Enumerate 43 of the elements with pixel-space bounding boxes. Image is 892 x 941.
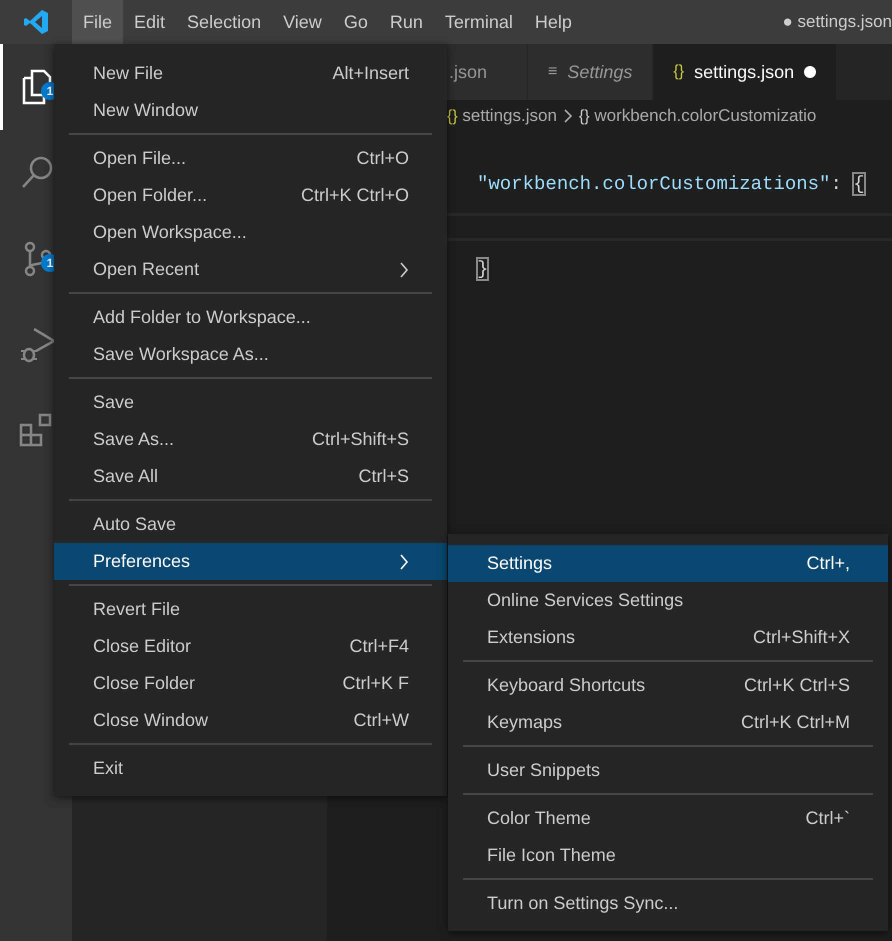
window-title: ● settings.json (782, 11, 892, 33)
menu-bar-item[interactable]: Run (378, 0, 434, 44)
editor-tab[interactable]: ≡ Settings (528, 44, 654, 100)
menu-item[interactable]: Save As... Ctrl+Shift+S (54, 421, 447, 458)
menu-item[interactable]: Extensions Ctrl+Shift+X (448, 619, 888, 656)
menu-bar-item[interactable]: Selection (176, 0, 272, 44)
code-line: } (477, 258, 488, 280)
menu-item[interactable]: Turn on Settings Sync... (448, 885, 888, 922)
menu-item[interactable]: Close Editor Ctrl+F4 (54, 628, 447, 665)
menu-item[interactable]: Close Window Ctrl+W (54, 702, 447, 739)
menu-item[interactable]: Color Theme Ctrl+` (448, 800, 888, 837)
menu-item[interactable]: Exit (54, 750, 447, 787)
menu-item[interactable]: Add Folder to Workspace... (54, 299, 447, 336)
chevron-right-icon[interactable] (399, 260, 409, 278)
menu-item[interactable]: File Icon Theme (448, 837, 888, 874)
editor-tab[interactable]: {} settings.json (653, 44, 838, 100)
menu-item[interactable]: User Snippets (448, 752, 888, 789)
menu-item[interactable]: Open Workspace... (54, 214, 447, 251)
menu-item[interactable]: Close Folder Ctrl+K F (54, 665, 447, 702)
menu-item[interactable]: Auto Save (54, 506, 447, 543)
menu-item[interactable]: Save Workspace As... (54, 336, 447, 373)
menu-item[interactable]: Keyboard Shortcuts Ctrl+K Ctrl+S (448, 667, 888, 704)
editor-logo-icon (23, 9, 49, 35)
menu-bar-item[interactable]: Edit (123, 0, 176, 44)
menu-item[interactable]: Online Services Settings (448, 582, 888, 619)
menu-item[interactable]: Save (54, 384, 447, 421)
menu-item[interactable]: Open Folder... Ctrl+K Ctrl+O (54, 177, 447, 214)
menu-item[interactable]: Preferences (54, 543, 447, 580)
menu-bar-item[interactable]: File (72, 0, 124, 44)
menu-bar-item[interactable]: Terminal (434, 0, 524, 44)
breadcrumb-item[interactable]: {} workbench.colorCustomizatio (578, 103, 816, 129)
unsaved-dot-icon[interactable] (804, 66, 816, 78)
menu-bar-item[interactable]: View (272, 0, 333, 44)
breadcrumb-item[interactable]: {} settings.json (447, 103, 557, 129)
chevron-right-icon[interactable] (562, 108, 573, 124)
code-line: "workbench.colorCustomizations": { (477, 173, 865, 195)
menu-item[interactable]: Save All Ctrl+S (54, 458, 447, 495)
menu-item[interactable]: Keymaps Ctrl+K Ctrl+M (448, 704, 888, 741)
menu-bar-item[interactable]: Help (524, 0, 583, 44)
menu-item[interactable]: Open File... Ctrl+O (54, 140, 447, 177)
menu-item[interactable]: Settings Ctrl+, (448, 545, 888, 582)
menu-bar-item[interactable]: Go (332, 0, 379, 44)
menu-item[interactable]: Revert File (54, 591, 447, 628)
